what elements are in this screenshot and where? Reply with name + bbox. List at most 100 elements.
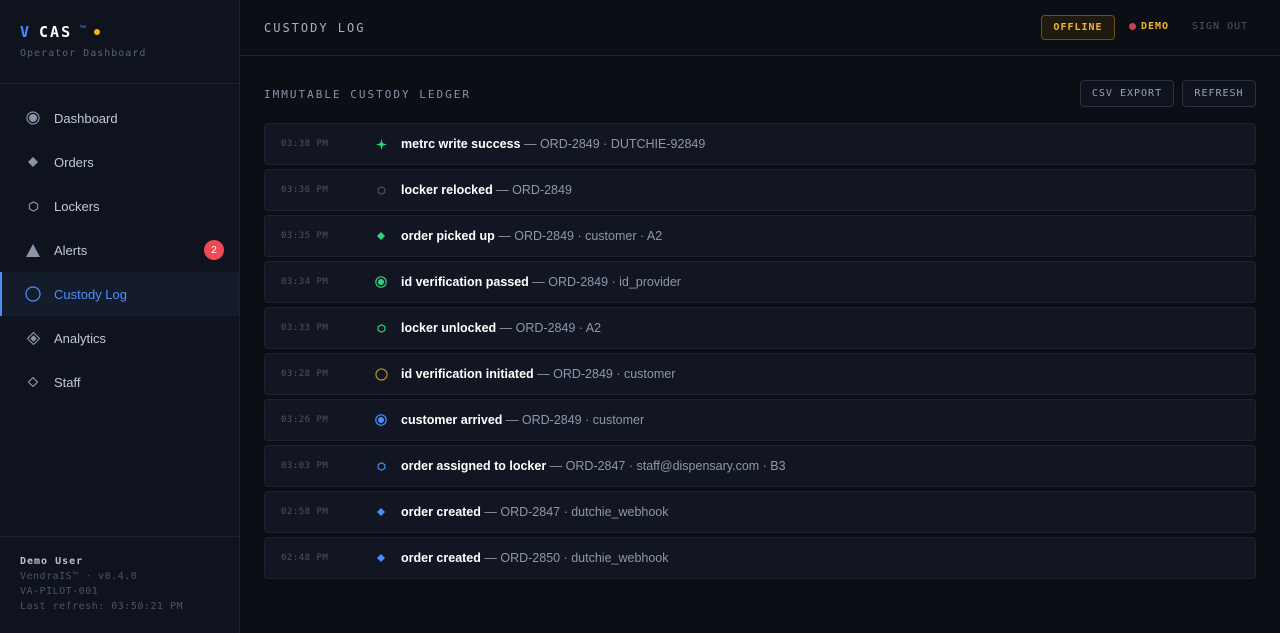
brand: V CAS ™ Operator Dashboard [0,0,239,84]
target-icon [373,274,389,290]
log-row: 03:03 PM order assigned to locker — ORD-2… [264,445,1256,487]
log-time: 02:48 PM [281,553,329,563]
hexagon-icon [25,198,41,214]
demo-mode-indicator: DEMO [1129,21,1169,32]
sidebar-item-label: Alerts [54,242,88,258]
page-title: CUSTODY LOG [264,21,366,35]
log-detail: — ORD-2849 · customer [502,413,645,427]
sidebar-item-staff[interactable]: Staff [0,360,239,404]
sign-out-button[interactable]: SIGN OUT [1192,21,1248,32]
sidebar-item-lockers[interactable]: Lockers [0,184,239,228]
sidebar-item-label: Staff [54,374,81,390]
sidebar-item-dashboard[interactable]: Dashboard [0,96,239,140]
log-event: order created [401,505,481,519]
log-event: order assigned to locker [401,459,547,473]
top-header: CUSTODY LOG OFFLINE DEMO SIGN OUT [240,0,1280,56]
log-text: id verification passed — ORD-2849 · id_p… [401,275,681,289]
log-time: 03:28 PM [281,369,329,379]
log-time: 03:38 PM [281,139,329,149]
log-time: 03:35 PM [281,231,329,241]
demo-label: DEMO [1141,21,1170,32]
log-event: id verification passed [401,275,529,289]
log-event: metrc write success [401,137,521,151]
log-text: order picked up — ORD-2849 · customer · … [401,229,662,243]
log-detail: — ORD-2849 · customer · A2 [494,229,663,243]
sidebar-nav: Dashboard Orders Lockers Alerts 2 Custod… [0,96,239,404]
log-event: locker unlocked [401,321,497,335]
log-text: locker relocked — ORD-2849 [401,183,572,197]
sidebar-item-label: Analytics [54,330,107,346]
log-row: 03:38 PM metrc write success — ORD-2849 ·… [264,123,1256,165]
app-version: VendraIS™ · v0.4.0 [20,571,138,582]
log-detail: — ORD-2847 · dutchie_webhook [480,505,669,519]
brand-trademark: ™ [79,25,87,32]
last-refresh: Last refresh: 03:50:21 PM [20,601,184,612]
log-text: order created — ORD-2847 · dutchie_webho… [401,505,669,519]
sidebar-item-label: Orders [54,154,94,170]
log-row: 03:26 PM customer arrived — ORD-2849 · cu… [264,399,1256,441]
log-event: locker relocked [401,183,493,197]
sidebar-item-analytics[interactable]: Analytics [0,316,239,360]
offline-status-badge: OFFLINE [1041,15,1115,40]
demo-dot-icon [1129,23,1136,30]
refresh-button[interactable]: REFRESH [1182,80,1256,107]
hexagon-icon [373,458,389,474]
log-row: 02:48 PM order created — ORD-2850 · dutch… [264,537,1256,579]
diamond-outline-icon [25,330,41,346]
alerts-count-badge: 2 [204,240,224,260]
log-event: order picked up [401,229,495,243]
section-title: IMMUTABLE CUSTODY LEDGER [264,88,471,101]
user-name: Demo User [20,556,84,567]
custody-log-list: 03:38 PM metrc write success — ORD-2849 ·… [264,123,1256,583]
brand-logo-v: V [20,23,31,41]
log-row: 03:35 PM order picked up — ORD-2849 · cus… [264,215,1256,257]
sidebar-item-label: Lockers [54,198,100,214]
log-time: 03:36 PM [281,185,329,195]
diamond-small-icon [25,374,41,390]
hexagon-icon [373,182,389,198]
log-text: metrc write success — ORD-2849 · DUTCHIE… [401,137,705,151]
log-detail: — ORD-2849 · id_provider [528,275,681,289]
log-text: order assigned to locker — ORD-2847 · st… [401,459,786,473]
log-event: order created [401,551,481,565]
brand-name: CAS [39,23,73,41]
log-text: locker unlocked — ORD-2849 · A2 [401,321,601,335]
log-detail: — ORD-2849 · customer [533,367,676,381]
status-dot-icon [94,29,101,35]
sidebar: V CAS ™ Operator Dashboard Dashboard Ord… [0,0,240,633]
circle-icon [25,286,41,302]
log-row: 03:28 PM id verification initiated — ORD-… [264,353,1256,395]
sidebar-item-orders[interactable]: Orders [0,140,239,184]
log-detail: — ORD-2847 · staff@dispensary.com · B3 [546,459,786,473]
log-time: 03:34 PM [281,277,329,287]
log-detail: — ORD-2849 · A2 [496,321,602,335]
dashboard-icon [25,110,41,126]
log-time: 02:58 PM [281,507,329,517]
brand-subtitle: Operator Dashboard [20,48,147,59]
diamond-icon [25,154,41,170]
log-detail: — ORD-2850 · dutchie_webhook [480,551,669,565]
log-row: 03:33 PM locker unlocked — ORD-2849 · A2 [264,307,1256,349]
log-detail: — ORD-2849 · DUTCHIE-92849 [520,137,706,151]
log-time: 03:03 PM [281,461,329,471]
csv-export-button[interactable]: CSV EXPORT [1080,80,1174,107]
sparkle-icon [373,136,389,152]
circle-icon [373,366,389,382]
diamond-icon [373,550,389,566]
log-text: customer arrived — ORD-2849 · customer [401,413,644,427]
target-icon [373,412,389,428]
log-text: order created — ORD-2850 · dutchie_webho… [401,551,669,565]
sidebar-item-label: Custody Log [54,286,127,302]
sidebar-footer: Demo User VendraIS™ · v0.4.0 VA-PILOT-00… [0,536,239,633]
sidebar-item-custody-log[interactable]: Custody Log [0,272,239,316]
log-text: id verification initiated — ORD-2849 · c… [401,367,675,381]
diamond-icon [373,504,389,520]
sidebar-item-label: Dashboard [54,110,118,126]
log-event: customer arrived [401,413,503,427]
log-detail: — ORD-2849 [492,183,572,197]
pilot-id: VA-PILOT-001 [20,586,99,597]
log-event: id verification initiated [401,367,534,381]
sidebar-item-alerts[interactable]: Alerts 2 [0,228,239,272]
log-time: 03:26 PM [281,415,329,425]
log-row: 03:36 PM locker relocked — ORD-2849 [264,169,1256,211]
